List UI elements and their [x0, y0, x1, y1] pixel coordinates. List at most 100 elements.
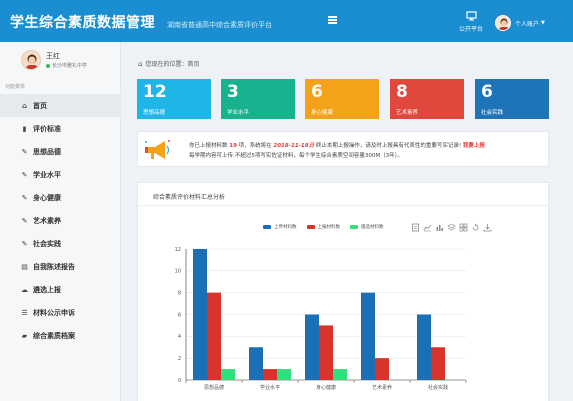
stat-card-arts[interactable]: 8 艺术素养 — [390, 79, 464, 119]
stat-card-academics[interactable]: 3 学业水平 — [221, 79, 295, 119]
user-school: 长沙市雅礼中学 — [46, 62, 87, 69]
bar — [361, 292, 375, 380]
sidebar-item-label: 自我陈述报告 — [33, 262, 75, 271]
account-avatar — [495, 15, 511, 31]
stat-card-value: 12 — [143, 82, 167, 102]
home-icon: ⌂ — [138, 59, 143, 68]
user-name: 王红 — [46, 52, 60, 60]
list-icon: ☰ — [21, 308, 28, 317]
x-tick-label: 社会实践 — [428, 384, 448, 391]
top-header: 学生综合素质数据管理 湖南省普通高中综合素质评价平台 公开平台 个人账户 ▼ — [0, 0, 573, 42]
stat-card-value: 6 — [311, 82, 323, 102]
app-subtitle: 湖南省普通高中综合素质评价平台 — [167, 21, 272, 29]
sidebar-nav: ⌂ 首页 ▮ 评价标准 ✎ 思想品德 ✎ 学业水平 ✎ 身心健康 ✎ 艺术素养 ✎ 社会实践 … — [0, 94, 121, 347]
sidebar-item-home[interactable]: ⌂ 首页 — [0, 94, 121, 117]
stat-card-morality[interactable]: 12 思想品德 — [137, 79, 211, 119]
menu-toggle-icon[interactable] — [328, 15, 338, 25]
breadcrumb-current[interactable]: 首页 — [187, 59, 199, 68]
bar — [333, 369, 347, 380]
y-tick-label: 10 — [175, 269, 181, 275]
sidebar-item-social-practice[interactable]: ✎ 社会实践 — [0, 232, 121, 255]
sidebar-item-label: 材料公示申诉 — [33, 308, 75, 317]
account-label: 个人账户 — [515, 20, 540, 28]
bar — [417, 314, 431, 380]
bar — [431, 347, 445, 380]
sidebar-item-selection-upload[interactable]: ☁ 遴选上报 — [0, 278, 121, 301]
bar — [249, 347, 263, 380]
sidebar-item-label: 思想品德 — [33, 147, 61, 156]
breadcrumb: ⌂ 您现在的位置： 首页 — [138, 59, 199, 69]
bar — [263, 369, 277, 380]
edit-icon: ✎ — [21, 239, 28, 248]
stat-card-value: 6 — [481, 82, 493, 102]
upload-icon: ☁ — [21, 285, 28, 294]
y-tick-label: 0 — [178, 378, 181, 384]
chevron-down-icon: ▼ — [541, 20, 545, 26]
x-tick-label: 学业水平 — [260, 384, 280, 391]
sidebar-item-arts[interactable]: ✎ 艺术素养 — [0, 209, 121, 232]
edit-icon: ✎ — [21, 216, 28, 225]
bar — [193, 249, 207, 380]
stat-card-label: 社会实践 — [481, 110, 504, 116]
avatar — [21, 50, 41, 70]
sidebar-item-academics[interactable]: ✎ 学业水平 — [0, 163, 121, 186]
sidebar-item-label: 遴选上报 — [33, 285, 61, 294]
online-status-icon — [46, 63, 50, 68]
account-menu[interactable]: 个人账户 ▼ — [495, 12, 567, 34]
sidebar-item-label: 艺术素养 — [33, 216, 61, 225]
public-platform-button[interactable]: 公开平台 — [454, 11, 488, 33]
user-profile: 王红 长沙市雅礼中学 — [0, 42, 121, 80]
bar — [375, 358, 389, 380]
notice-banner: 你已上报材料数 19 项，系统将在 2018-11-18日 终止本期上报操作，请… — [137, 131, 549, 167]
breadcrumb-prefix: 您现在的位置： — [145, 61, 188, 68]
bar — [207, 292, 221, 380]
app-title: 学生综合素质数据管理 — [10, 15, 155, 31]
y-tick-label: 8 — [178, 290, 181, 296]
sidebar-item-label: 综合素质档案 — [33, 331, 75, 340]
x-tick-label: 艺术素养 — [372, 384, 392, 391]
stat-card-label: 艺术素养 — [396, 110, 419, 116]
stat-card-value: 3 — [227, 82, 239, 102]
bar — [305, 314, 319, 380]
notice-line-2: 每学期内容可上传:不超过5项写实佐证材料，每个学生综合素质空间容量300M（3年… — [189, 153, 403, 159]
sidebar-item-standards[interactable]: ▮ 评价标准 — [0, 117, 121, 140]
sidebar-item-health[interactable]: ✎ 身心健康 — [0, 186, 121, 209]
sidebar-item-self-report[interactable]: ▤ 自我陈述报告 — [0, 255, 121, 278]
report-now-link[interactable]: 我要上报 — [463, 143, 485, 149]
y-tick-label: 12 — [175, 247, 181, 253]
edit-icon: ✎ — [21, 147, 28, 156]
sidebar-item-publicity-appeal[interactable]: ☰ 材料公示申诉 — [0, 301, 121, 324]
stat-card-value: 8 — [396, 82, 408, 102]
x-tick-label: 思想品德 — [204, 384, 224, 391]
chart-panel: 综合素质评价材料汇总分析 上传材料数 上报材料数 遴选材料数 0 2 4 6 8 10 12… — [137, 182, 549, 401]
sidebar-item-label: 评价标准 — [33, 124, 61, 133]
stat-card-label: 身心健康 — [311, 110, 334, 116]
stat-cards: 12 思想品德 3 学业水平 6 身心健康 8 艺术素养 6 社会实践 — [137, 79, 549, 119]
book-icon: ▮ — [22, 124, 27, 133]
stat-card-health[interactable]: 6 身心健康 — [305, 79, 379, 119]
megaphone-icon — [145, 140, 170, 159]
bar-chart: 0 2 4 6 8 10 12 思想品德 学业水平 身心健康 艺术素养 社会实践 — [175, 247, 467, 391]
stat-card-label: 学业水平 — [227, 110, 250, 116]
y-tick-label: 6 — [178, 312, 181, 318]
stat-card-social-practice[interactable]: 6 社会实践 — [475, 79, 549, 119]
sidebar-item-label: 首页 — [33, 101, 47, 110]
user-school-label: 长沙市雅礼中学 — [52, 63, 88, 69]
public-platform-label: 公开平台 — [458, 26, 483, 33]
sidebar-item-archive[interactable]: ▰ 综合素质档案 — [0, 324, 121, 347]
home-icon: ⌂ — [21, 101, 27, 110]
bar — [221, 369, 235, 380]
x-tick-label: 身心健康 — [316, 384, 336, 391]
bar — [319, 325, 333, 380]
bar — [277, 369, 291, 380]
y-tick-label: 4 — [178, 334, 181, 340]
sidebar-item-morality[interactable]: ✎ 思想品德 — [0, 140, 121, 163]
doc-icon: ▤ — [21, 262, 28, 271]
sidebar-item-label: 社会实践 — [33, 239, 61, 248]
edit-icon: ✎ — [21, 170, 28, 179]
stat-card-label: 思想品德 — [143, 110, 166, 116]
sidebar: 王红 长沙市雅礼中学 功能菜单 ⌂ 首页 ▮ 评价标准 ✎ 思想品德 ✎ 学业水平 ✎ 身… — [0, 42, 121, 401]
sidebar-item-label: 学业水平 — [33, 170, 61, 179]
y-tick-label: 2 — [178, 356, 181, 362]
notice-line-1: 你已上报材料数 19 项，系统将在 2018-11-18日 终止本期上报操作，请… — [189, 143, 485, 149]
